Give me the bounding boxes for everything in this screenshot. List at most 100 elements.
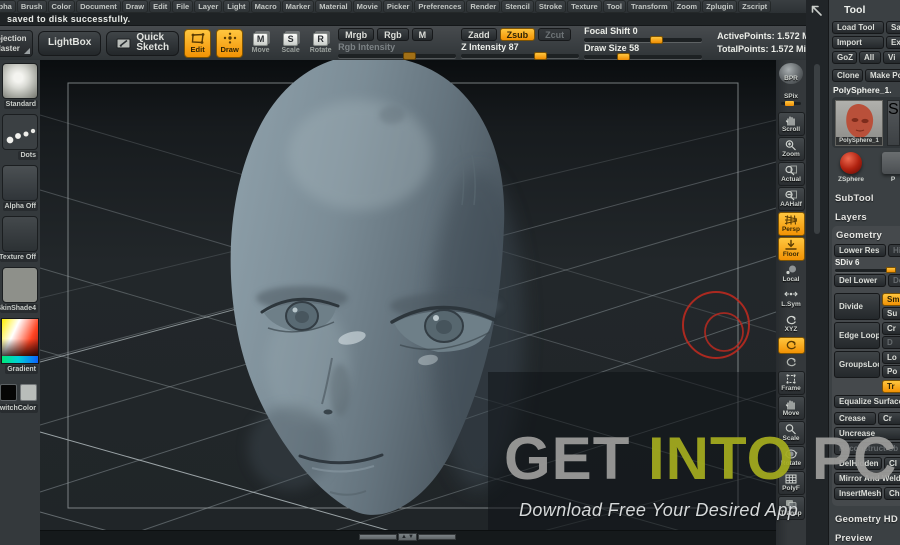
close-holes-button[interactable]: Cl — [884, 456, 900, 470]
z-rotate-button[interactable] — [778, 355, 805, 370]
m-button[interactable]: M — [411, 28, 434, 42]
material-selector[interactable] — [2, 267, 38, 303]
stroke-selector[interactable] — [2, 114, 38, 150]
mrgb-button[interactable]: Mrgb — [338, 28, 375, 42]
groups-loops-button[interactable]: GroupsLoops — [834, 350, 880, 378]
menu-texture[interactable]: Texture — [567, 0, 602, 13]
del-higher-button[interactable]: De — [888, 273, 900, 287]
draw-size-slider[interactable]: Draw Size 58 — [584, 43, 703, 61]
menu-document[interactable]: Document — [76, 0, 121, 13]
spix-handle[interactable] — [785, 100, 795, 106]
menu-alpha[interactable]: Alpha — [0, 0, 16, 13]
rgb-button[interactable]: Rgb — [377, 28, 409, 42]
load-tool-button[interactable]: Load Tool — [832, 21, 884, 34]
menu-render[interactable]: Render — [466, 0, 501, 13]
reconstruct-subdiv-button[interactable]: Reconstruct Sb — [834, 441, 900, 455]
crisp-toggle[interactable]: Cr — [882, 321, 900, 335]
local-button[interactable]: Local — [778, 262, 805, 286]
rotate-gyro-button[interactable]: R Rotate — [308, 32, 333, 54]
insert-partial-button[interactable]: Ch — [884, 486, 900, 500]
menu-zplugin[interactable]: Zplugin — [702, 0, 738, 13]
brush-selector[interactable] — [2, 63, 38, 99]
crease-button[interactable]: Crease — [834, 411, 876, 425]
switch-color-button[interactable]: SwitchColor — [0, 404, 38, 413]
spix-slider[interactable]: SPix — [778, 87, 805, 111]
move-view-button[interactable]: Move — [777, 396, 805, 420]
aahalf-button[interactable]: AAHalf — [777, 187, 805, 211]
del-hidden-button[interactable]: DelHidden — [834, 456, 882, 470]
main-color-swatch[interactable] — [0, 384, 17, 401]
edit-button[interactable]: Edit — [184, 28, 212, 58]
rotate-view-button[interactable]: Rotate — [777, 446, 805, 470]
menu-layer[interactable]: Layer — [194, 0, 223, 13]
color-picker[interactable] — [1, 318, 39, 364]
suv-toggle[interactable]: Su — [882, 306, 900, 320]
alpha-selector[interactable] — [2, 165, 38, 201]
visible-button[interactable]: Vi — [883, 51, 900, 64]
transp-button[interactable]: Transp — [777, 496, 805, 520]
make-polymesh-button[interactable]: Make Po — [865, 69, 900, 82]
menu-stroke[interactable]: Stroke — [534, 0, 567, 13]
gradient-button[interactable]: Gradient — [5, 365, 38, 374]
slider-handle[interactable] — [534, 51, 548, 60]
equalize-surface-button[interactable]: Equalize Surface — [834, 394, 900, 408]
zsub-button[interactable]: Zsub — [499, 28, 536, 42]
menu-draw[interactable]: Draw — [121, 0, 149, 13]
menu-picker[interactable]: Picker — [382, 0, 414, 13]
floor-button[interactable]: Floor — [777, 237, 805, 261]
menu-brush[interactable]: Brush — [16, 0, 47, 13]
geometry-hd-section-header[interactable]: Geometry HD — [835, 514, 900, 525]
menu-preferences[interactable]: Preferences — [414, 0, 466, 13]
lower-res-button[interactable]: Lower Res — [834, 244, 886, 257]
menu-color[interactable]: Color — [47, 0, 76, 13]
sdiv-handle[interactable] — [886, 266, 897, 273]
menu-light[interactable]: Light — [223, 0, 250, 13]
polysphere-thumbnail[interactable]: PolySphere_1 — [835, 100, 883, 146]
del-lower-button[interactable]: Del Lower — [834, 273, 886, 287]
goz-button[interactable]: GoZ — [832, 51, 857, 64]
menu-zoom[interactable]: Zoom — [672, 0, 702, 13]
menu-zscript[interactable]: Zscript — [738, 0, 772, 13]
z-intensity-slider[interactable]: Z Intensity 87 — [461, 42, 580, 60]
y-rotate-button[interactable] — [777, 337, 805, 354]
preview-section-header[interactable]: Preview — [835, 533, 900, 544]
secondary-color-swatch[interactable] — [20, 384, 37, 401]
export-button[interactable]: Ex — [886, 36, 900, 49]
crease-all-button[interactable]: Cr — [878, 411, 900, 425]
insert-mesh-button[interactable]: InsertMesh — [834, 486, 882, 500]
smt-toggle[interactable]: Sm — [882, 292, 900, 306]
scale-view-button[interactable]: Scale — [777, 421, 805, 445]
polish-value[interactable]: Po — [882, 364, 900, 378]
scroll-button[interactable]: Scroll — [777, 112, 805, 136]
uncrease-button[interactable]: Uncrease — [834, 426, 900, 440]
edge-partial-toggle[interactable]: D — [882, 335, 900, 349]
projection-master-button[interactable]: Projection Master — [0, 29, 33, 57]
zcut-button[interactable]: Zcut — [538, 28, 572, 42]
rgb-intensity-slider[interactable]: Rgb Intensity — [338, 42, 457, 60]
save-as-button[interactable]: Sa — [886, 21, 900, 34]
higher-res-button[interactable]: Hi — [888, 244, 900, 257]
zsphere-thumbnail[interactable] — [840, 152, 862, 174]
zadd-button[interactable]: Zadd — [461, 28, 497, 42]
persp-button[interactable]: Persp — [777, 212, 805, 236]
draw-button[interactable]: Draw — [216, 28, 244, 58]
menu-movie[interactable]: Movie — [352, 0, 382, 13]
quick-sketch-button[interactable]: Quick Sketch — [106, 30, 180, 56]
zoom-button[interactable]: Zoom — [777, 137, 805, 161]
clone-button[interactable]: Clone — [832, 69, 863, 82]
menu-marker[interactable]: Marker — [281, 0, 315, 13]
tray-scrollbar[interactable] — [806, 0, 828, 545]
actual-button[interactable]: Actual — [777, 162, 805, 186]
all-button[interactable]: All — [859, 51, 881, 64]
divide-button[interactable]: Divide — [834, 292, 880, 320]
bpr-button[interactable]: BPR — [778, 62, 805, 86]
tool-thumbnail-partial[interactable]: S — [887, 100, 900, 146]
move-gyro-button[interactable]: M Move — [248, 32, 273, 54]
menu-transform[interactable]: Transform — [626, 0, 672, 13]
lightbox-button[interactable]: LightBox — [38, 30, 102, 56]
menu-material[interactable]: Material — [315, 0, 352, 13]
focal-shift-slider[interactable]: Focal Shift 0 — [584, 26, 703, 44]
mirror-and-weld-button[interactable]: Mirror And Weld — [834, 471, 900, 485]
frame-button[interactable]: Frame — [777, 371, 805, 395]
texture-selector[interactable] — [2, 216, 38, 252]
